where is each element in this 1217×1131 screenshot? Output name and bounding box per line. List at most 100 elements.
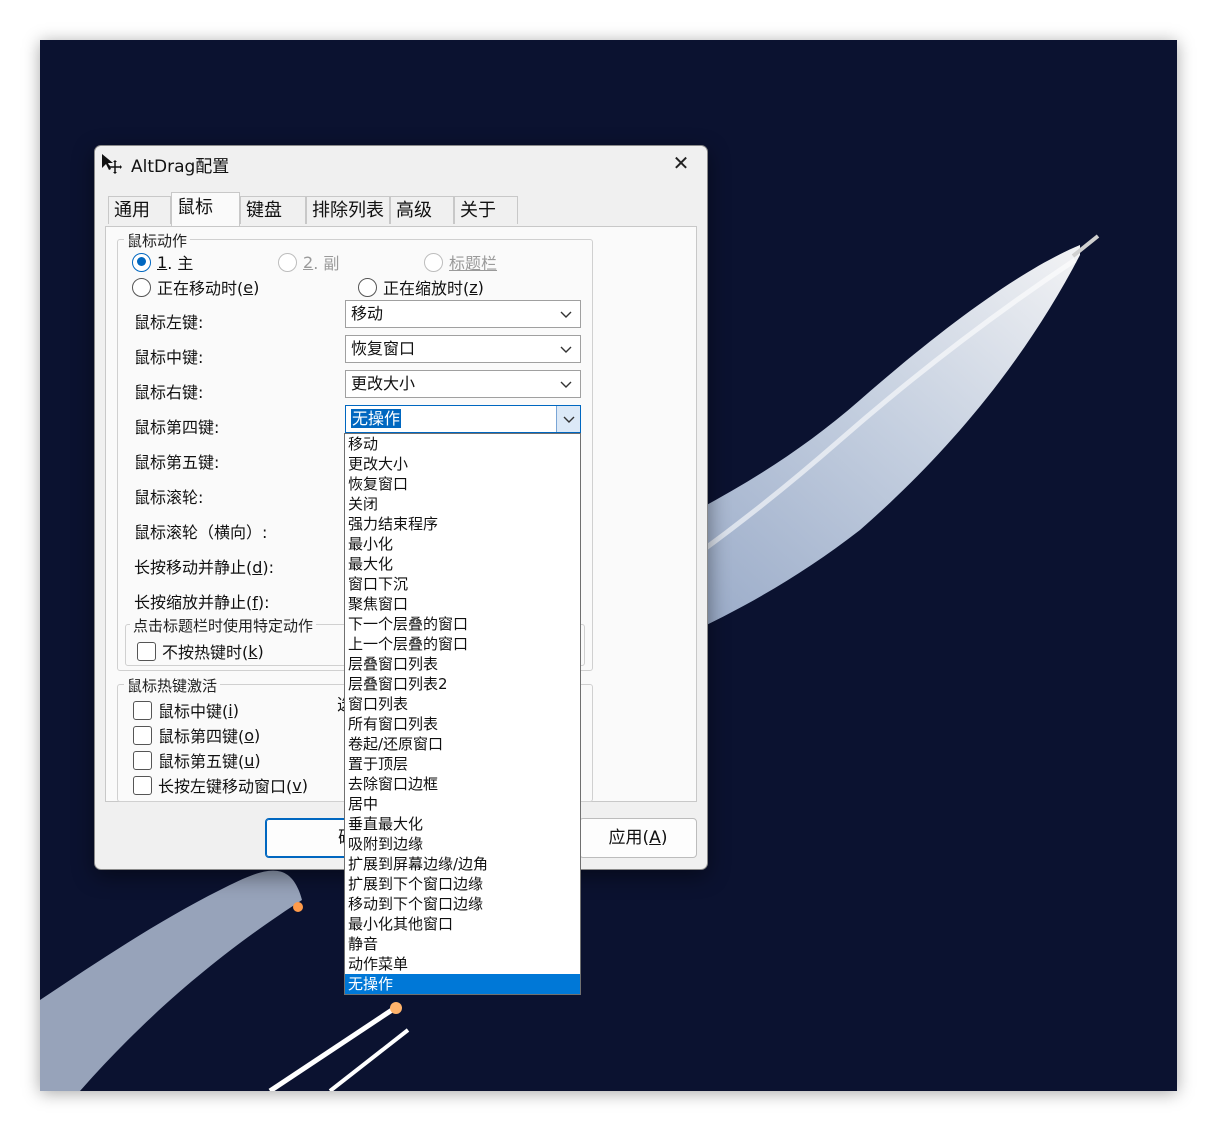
mouse-actions-legend: 鼠标动作 [124, 230, 191, 251]
action-dropdown-list[interactable]: 移动 更改大小 恢复窗口 关闭 强力结束程序 最小化 最大化 窗口下沉 聚焦窗口 下一个层叠的窗口… [344, 433, 581, 995]
dropdown-option[interactable]: 卷起/还原窗口 [345, 734, 580, 754]
checkbox-long-left-drag[interactable]: 长按左键移动窗口(v) [133, 773, 308, 797]
tab-blacklist[interactable]: 排除列表 [306, 196, 390, 224]
dropdown-option[interactable]: 扩展到屏幕边缘/边角 [345, 854, 580, 874]
dropdown-option[interactable]: 强力结束程序 [345, 514, 580, 534]
radio-while-resizing-key: z [469, 277, 478, 297]
radio-while-moving-end: ) [253, 277, 260, 297]
dropdown-option[interactable]: 居中 [345, 794, 580, 814]
radio-secondary[interactable]: 2. 副 [278, 250, 339, 274]
radio-titlebar[interactable]: 标题栏 [424, 250, 497, 274]
mouse-hotkeys-legend: 鼠标热键激活 [124, 675, 221, 696]
label-left-button: 鼠标左键: [134, 313, 204, 332]
checkbox-button4[interactable]: 鼠标第四键(o) [133, 723, 260, 747]
tab-about[interactable]: 关于 [454, 196, 518, 224]
dropdown-option[interactable]: 去除窗口边框 [345, 774, 580, 794]
dropdown-option[interactable]: 扩展到下个窗口边缘 [345, 874, 580, 894]
tab-mouse[interactable]: 鼠标 [171, 192, 240, 226]
checkbox-label: 不按热键时( [162, 643, 249, 662]
checkbox-no-hotkey[interactable]: 不按热键时(k) [137, 639, 264, 663]
radio-while-moving[interactable]: 正在移动时(e) [132, 275, 259, 299]
radio-primary-num: 1 [157, 252, 168, 272]
label-long-move: 长按移动并静止(d): [134, 558, 275, 577]
apply-key: A [649, 828, 661, 848]
dropdown-option[interactable]: 关闭 [345, 494, 580, 514]
radio-while-resizing[interactable]: 正在缩放时(z) [358, 275, 484, 299]
checkbox-end: ) [301, 775, 308, 795]
dropdown-option[interactable]: 窗口下沉 [345, 574, 580, 594]
radio-dot [424, 252, 443, 272]
window-title: AltDrag配置 [131, 157, 230, 177]
checkbox-box [133, 725, 152, 745]
checkbox-key: v [292, 775, 302, 795]
combo-button4[interactable]: 无操作 [345, 405, 581, 433]
apply-button[interactable]: 应用(A) [579, 818, 697, 858]
radio-dot [358, 277, 377, 297]
apply-end: ) [660, 828, 668, 848]
radio-dot [132, 252, 151, 272]
radio-while-moving-label: 正在移动时( [157, 279, 244, 298]
dropdown-option[interactable]: 最小化其他窗口 [345, 914, 580, 934]
checkbox-box [133, 750, 152, 770]
radio-while-resizing-label: 正在缩放时( [383, 279, 470, 298]
dropdown-option[interactable]: 最大化 [345, 554, 580, 574]
dropdown-option[interactable]: 移动 [345, 434, 580, 454]
move-cursor-icon [102, 154, 122, 174]
combo-middle-button[interactable]: 恢复窗口 [345, 335, 581, 363]
radio-titlebar-label: 标题栏 [449, 254, 498, 273]
dropdown-option[interactable]: 所有窗口列表 [345, 714, 580, 734]
apply-label: 应用( [608, 828, 650, 848]
checkbox-key: o [244, 725, 255, 745]
label-hwheel: 鼠标滚轮（横向）: [134, 523, 268, 542]
dropdown-option[interactable]: 窗口列表 [345, 694, 580, 714]
dropdown-option[interactable]: 吸附到边缘 [345, 834, 580, 854]
close-icon: ✕ [672, 151, 690, 175]
title-bar[interactable]: AltDrag配置 ✕ [95, 146, 707, 180]
radio-secondary-label: . 副 [313, 254, 340, 273]
dropdown-option[interactable]: 动作菜单 [345, 954, 580, 974]
dropdown-option[interactable]: 置于顶层 [345, 754, 580, 774]
checkbox-box [137, 641, 156, 661]
close-button[interactable]: ✕ [661, 148, 701, 178]
combo-left-button[interactable]: 移动 [345, 300, 581, 328]
combo-value: 无操作 [351, 409, 402, 428]
dropdown-option[interactable]: 上一个层叠的窗口 [345, 634, 580, 654]
tab-keyboard[interactable]: 键盘 [240, 196, 306, 224]
checkbox-middle-button[interactable]: 鼠标中键(i) [133, 698, 239, 722]
chevron-down-icon [560, 381, 572, 388]
dropdown-option[interactable]: 移动到下个窗口边缘 [345, 894, 580, 914]
dropdown-option[interactable]: 下一个层叠的窗口 [345, 614, 580, 634]
radio-dot [132, 277, 151, 297]
checkbox-key: k [248, 641, 258, 661]
dropdown-option[interactable]: 更改大小 [345, 454, 580, 474]
label-wheel: 鼠标滚轮: [134, 488, 204, 507]
chevron-down-icon [563, 416, 575, 423]
checkbox-end: ) [232, 700, 239, 720]
dropdown-option[interactable]: 垂直最大化 [345, 814, 580, 834]
label-button4: 鼠标第四键: [134, 418, 220, 437]
titlebar-action-legend: 点击标题栏时使用特定动作 [130, 615, 317, 636]
combo-dropdown-button[interactable] [556, 406, 580, 432]
label-right-button: 鼠标右键: [134, 383, 204, 402]
checkbox-button5[interactable]: 鼠标第五键(u) [133, 748, 261, 772]
dropdown-option[interactable]: 静音 [345, 934, 580, 954]
radio-primary[interactable]: 1. 主 [132, 250, 193, 274]
checkbox-label: 鼠标第五键( [158, 752, 245, 771]
label-middle-button: 鼠标中键: [134, 348, 204, 367]
dropdown-option[interactable]: 聚焦窗口 [345, 594, 580, 614]
checkbox-key: u [244, 750, 255, 770]
combo-value: 更改大小 [351, 374, 416, 393]
dropdown-option[interactable]: 恢复窗口 [345, 474, 580, 494]
dropdown-option[interactable]: 层叠窗口列表 [345, 654, 580, 674]
radio-while-resizing-end: ) [477, 277, 484, 297]
tab-advanced[interactable]: 高级 [390, 196, 454, 224]
tab-general[interactable]: 通用 [108, 196, 171, 224]
combo-right-button[interactable]: 更改大小 [345, 370, 581, 398]
dropdown-option[interactable]: 无操作 [345, 974, 580, 994]
checkbox-label: 鼠标第四键( [158, 727, 245, 746]
checkbox-label: 长按左键移动窗口( [158, 777, 293, 796]
dropdown-option[interactable]: 层叠窗口列表2 [345, 674, 580, 694]
checkbox-box [133, 700, 152, 720]
checkbox-end: ) [257, 641, 264, 661]
dropdown-option[interactable]: 最小化 [345, 534, 580, 554]
